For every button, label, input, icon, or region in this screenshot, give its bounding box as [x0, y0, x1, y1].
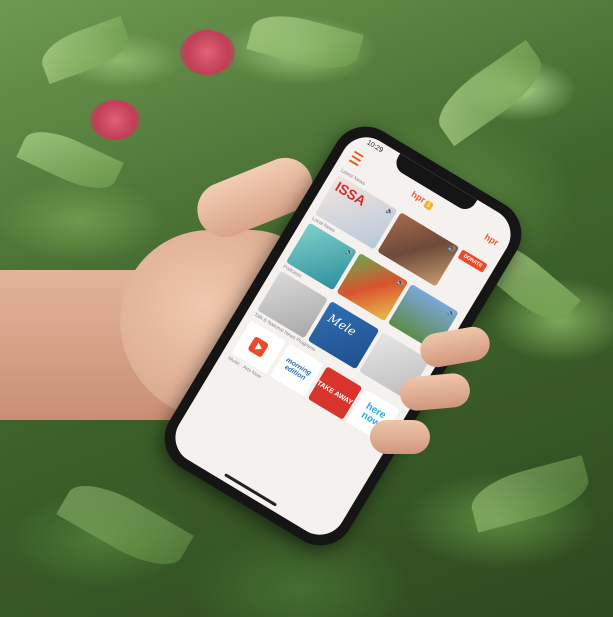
mele-title: Mele [325, 311, 359, 339]
speaker-icon: 🔊 [445, 309, 456, 319]
play-icon[interactable] [247, 336, 270, 359]
flower [90, 100, 140, 140]
speaker-icon: 🔊 [446, 245, 457, 255]
speaker-icon: 🔊 [344, 248, 354, 258]
finger [370, 420, 430, 454]
logo-badge: 1 [423, 200, 434, 211]
speaker-icon: 🔊 [384, 207, 395, 217]
menu-icon[interactable] [348, 150, 364, 167]
header-logo-secondary: hpr [482, 231, 501, 248]
speaker-icon: 🔊 [395, 279, 405, 289]
flower [180, 30, 235, 75]
